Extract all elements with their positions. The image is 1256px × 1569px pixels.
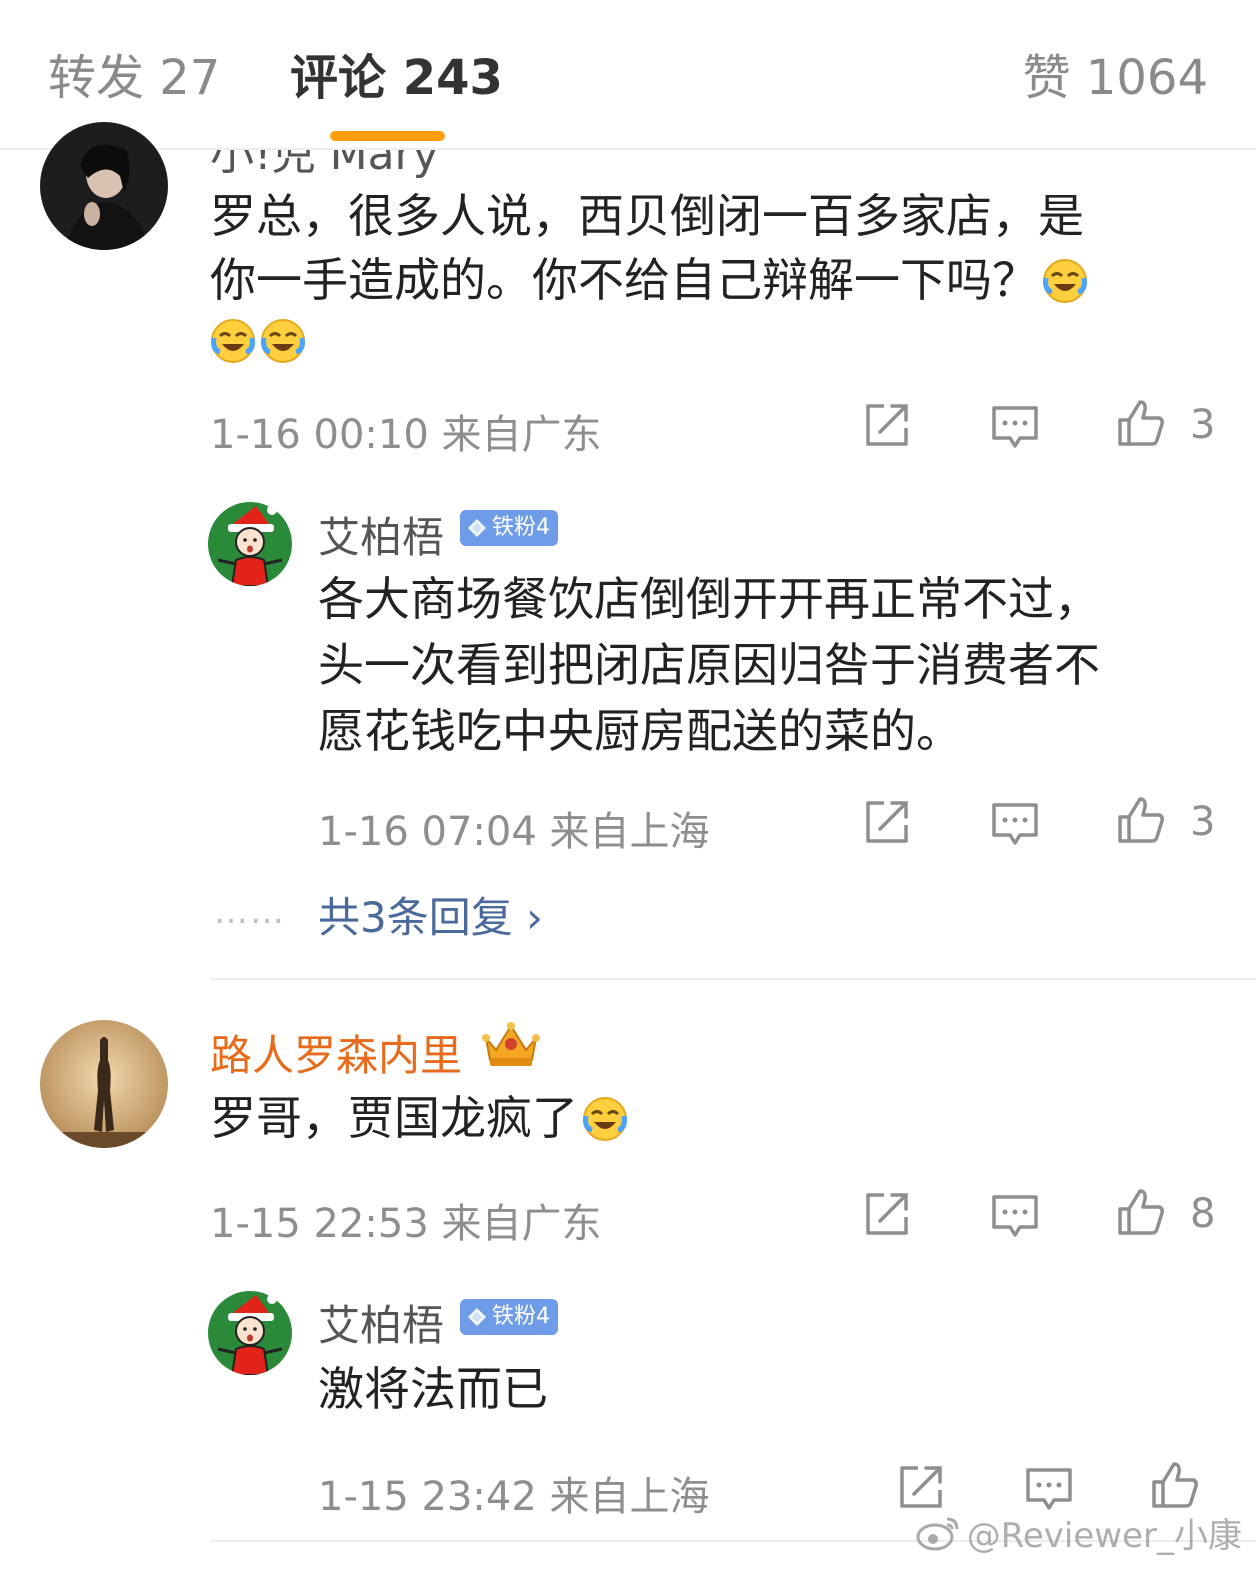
like-icon[interactable] — [1116, 1187, 1166, 1237]
share-icon[interactable] — [896, 1462, 946, 1512]
like-count: 8 — [1190, 1191, 1216, 1237]
laugh-cry-emoji-icon — [260, 318, 306, 364]
tab-repost[interactable]: 转发 27 — [48, 46, 220, 110]
diamond-icon — [468, 519, 486, 537]
laugh-cry-emoji-icon — [1042, 258, 1088, 304]
comment-meta: 1-15 22:53 来自广东 — [210, 1201, 602, 1247]
comment-author-name[interactable]: 路人罗森内里 — [210, 1022, 462, 1083]
laugh-cry-emoji-icon — [582, 1096, 628, 1142]
share-icon[interactable] — [862, 797, 912, 847]
reply-text-line: 激将法而已 — [318, 1362, 548, 1416]
comment-icon[interactable] — [1024, 1464, 1074, 1514]
fan-badge-label: 铁粉4 — [492, 1304, 550, 1329]
comment-icon[interactable] — [990, 1191, 1040, 1241]
comment-meta: 1-16 00:10 来自广东 — [210, 412, 602, 458]
reply-text-line: 头一次看到把闭店原因归咎于消费者不 — [318, 638, 1100, 692]
reply-meta: 1-16 07:04 来自上海 — [318, 809, 710, 855]
watermark-text: @Reviewer_小康 — [966, 1516, 1242, 1556]
share-icon[interactable] — [862, 1189, 912, 1239]
fan-badge: 铁粉4 — [460, 1299, 558, 1335]
reply-author-name[interactable]: 艾柏梧 — [318, 504, 444, 565]
comment-icon[interactable] — [990, 799, 1040, 849]
comment-text-fragment: 罗哥，贾国龙疯了 — [210, 1091, 578, 1145]
like-icon[interactable] — [1150, 1460, 1200, 1510]
more-dots: …… — [214, 892, 286, 932]
laugh-cry-emoji-icon — [210, 318, 256, 364]
reply-text-line: 愿花钱吃中央厨房配送的菜的。 — [318, 704, 962, 758]
comment-tabs: 转发 27 评论 243 赞 1064 — [0, 0, 1256, 150]
tab-like[interactable]: 赞 1064 — [1023, 46, 1208, 110]
avatar[interactable] — [208, 1291, 292, 1375]
comment-text-line: 罗总，很多人说，西贝倒闭一百多家店，是 — [210, 189, 1084, 243]
like-count: 3 — [1190, 402, 1216, 448]
comment-text-line: 罗哥，贾国龙疯了 — [210, 1086, 628, 1150]
comment-icon[interactable] — [990, 402, 1040, 452]
weibo-logo-icon — [916, 1517, 959, 1550]
more-replies-link[interactable]: 共3条回复 › — [318, 884, 543, 945]
like-icon[interactable] — [1116, 398, 1166, 448]
avatar[interactable] — [208, 502, 292, 586]
active-tab-indicator — [330, 131, 445, 141]
like-icon[interactable] — [1116, 795, 1166, 845]
fan-badge: 铁粉4 — [460, 510, 558, 546]
comment-text-line: 你一手造成的。你不给自己辩解一下吗？ — [210, 248, 1088, 312]
reply-author-name[interactable]: 艾柏梧 — [318, 1292, 444, 1353]
like-count: 3 — [1190, 799, 1216, 845]
fan-badge-label: 铁粉4 — [492, 515, 550, 540]
avatar[interactable] — [40, 1020, 168, 1148]
reply-text-line: 各大商场餐饮店倒倒开开再正常不过， — [318, 572, 1100, 626]
emoji-row — [210, 318, 306, 364]
comment-text-fragment: 你一手造成的。你不给自己辩解一下吗？ — [210, 253, 1038, 307]
tab-comment[interactable]: 评论 243 — [290, 46, 503, 110]
share-icon[interactable] — [862, 400, 912, 450]
avatar[interactable] — [40, 122, 168, 250]
crown-icon — [480, 1016, 542, 1068]
diamond-icon — [468, 1308, 486, 1326]
reply-meta: 1-15 23:42 来自上海 — [318, 1474, 710, 1520]
watermark: @Reviewer_小康 — [915, 1508, 1242, 1557]
divider — [210, 978, 1256, 980]
